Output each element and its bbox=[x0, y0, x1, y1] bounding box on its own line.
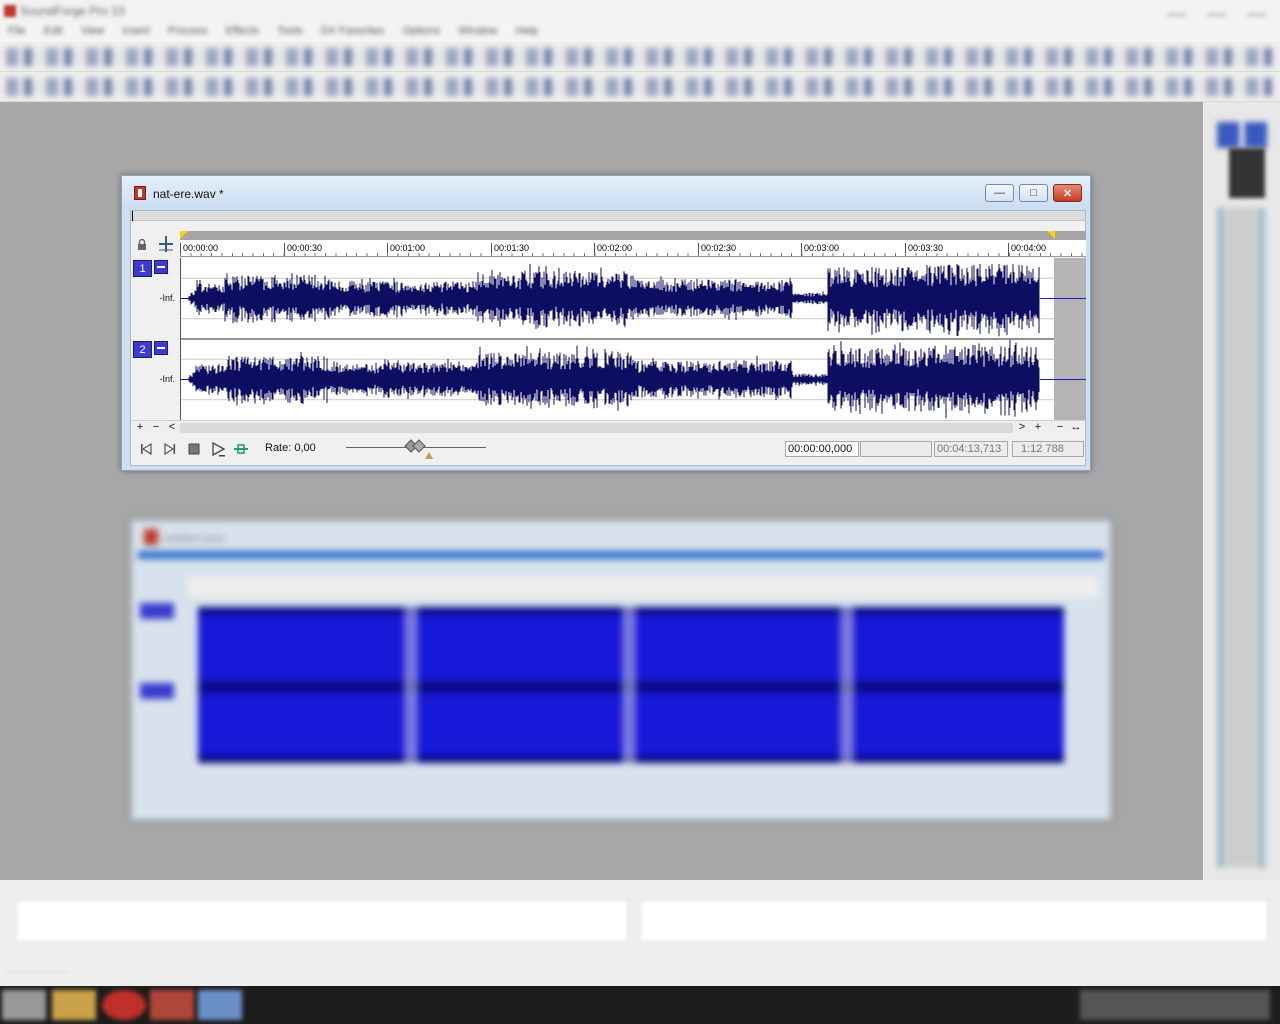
channel-2-level-label: -Inf. bbox=[159, 374, 175, 384]
taskbar bbox=[0, 986, 1280, 1024]
channel-1-collapse-button[interactable] bbox=[154, 260, 168, 274]
data-window-body: 00:00:00 00:00:30 00:01:00 00:01:30 00:0… bbox=[130, 210, 1086, 466]
wav-data-window: nat-ere.wav * — □ ✕ 00:00:00 00:00:30 00… bbox=[121, 175, 1091, 471]
channel-1-header: 1 -Inf. bbox=[131, 258, 180, 339]
waveform-display[interactable] bbox=[180, 258, 1086, 420]
app-window-controls[interactable] bbox=[1168, 4, 1266, 16]
rate-label: Rate: 0,00 bbox=[265, 442, 316, 454]
folder-icon[interactable] bbox=[52, 990, 96, 1020]
app-logo-icon bbox=[4, 5, 16, 17]
menu-bar: File Edit View Insert Process Effects To… bbox=[0, 22, 1280, 42]
scroll-right-button[interactable]: > bbox=[1015, 421, 1029, 434]
zoom-out-time-button[interactable]: − bbox=[1053, 421, 1067, 434]
lock-icon[interactable] bbox=[135, 238, 149, 252]
menu-effects[interactable]: Effects bbox=[226, 25, 259, 37]
background-window-title: untitled.wav bbox=[162, 531, 226, 545]
scrollbar-thumb[interactable] bbox=[180, 423, 1013, 433]
rate-slider-thumb[interactable] bbox=[403, 439, 429, 453]
zoom-fit-button[interactable]: ↔ bbox=[1069, 421, 1083, 434]
system-tray[interactable] bbox=[1080, 990, 1270, 1020]
channel-2-header: 2 -Inf. bbox=[131, 339, 180, 420]
media-player-icon[interactable] bbox=[102, 990, 146, 1020]
level-meter bbox=[1217, 208, 1265, 868]
loop-start-marker[interactable] bbox=[180, 231, 188, 239]
menu-window[interactable]: Window bbox=[458, 25, 497, 37]
close-button[interactable]: ✕ bbox=[1053, 184, 1082, 202]
minimize-button[interactable]: — bbox=[985, 184, 1014, 202]
sound-forge-icon[interactable] bbox=[150, 990, 194, 1020]
window-title: nat-ere.wav * bbox=[153, 187, 224, 201]
explorer-icon[interactable] bbox=[198, 990, 242, 1020]
menu-edit[interactable]: Edit bbox=[44, 25, 63, 37]
app-title: SoundForge Pro 10 bbox=[20, 4, 125, 18]
sound-file-icon bbox=[134, 186, 146, 200]
waveform-svg[interactable] bbox=[181, 258, 1086, 420]
meter-toggle-icon[interactable] bbox=[1217, 122, 1267, 148]
play-looped-icon[interactable] bbox=[233, 441, 249, 457]
channel-2-number[interactable] bbox=[140, 683, 174, 699]
menu-insert[interactable]: Insert bbox=[122, 25, 150, 37]
menu-view[interactable]: View bbox=[81, 25, 105, 37]
zoom-out-level-button[interactable]: − bbox=[149, 421, 163, 434]
zoom-ratio-field[interactable]: 1:12 788 bbox=[1012, 441, 1084, 457]
docked-panes: ················· bbox=[0, 880, 1280, 986]
loop-end-marker[interactable] bbox=[1047, 231, 1055, 239]
go-to-start-icon[interactable] bbox=[138, 441, 154, 457]
channel-2-collapse-button[interactable] bbox=[154, 341, 168, 355]
overview-bar[interactable] bbox=[131, 211, 1085, 221]
channel-1-number[interactable]: 1 bbox=[133, 260, 152, 277]
zoom-in-level-button[interactable]: + bbox=[133, 421, 147, 434]
scroll-left-button[interactable]: < bbox=[165, 421, 179, 434]
menu-file[interactable]: File bbox=[8, 25, 26, 37]
menu-process[interactable]: Process bbox=[168, 25, 208, 37]
explorer-pane[interactable] bbox=[640, 900, 1268, 942]
time-ruler[interactable] bbox=[188, 577, 1098, 597]
snap-to-grid-icon[interactable] bbox=[157, 235, 175, 253]
transport-toolbar[interactable] bbox=[0, 72, 1280, 102]
menu-options[interactable]: Options bbox=[402, 25, 440, 37]
sound-file-icon bbox=[144, 529, 158, 545]
rate-center-marker bbox=[425, 452, 433, 459]
horizontal-scrollbar[interactable]: + − < > + − ↔ bbox=[131, 420, 1085, 434]
window-title-bar[interactable]: nat-ere.wav * — □ ✕ bbox=[122, 176, 1090, 210]
waveform-display[interactable] bbox=[198, 607, 1064, 763]
menu-dx-favorites[interactable]: DX Favorites bbox=[321, 25, 385, 37]
playbar: Rate: 0,00 00:00:00,000 00:04:13,713 1:1… bbox=[131, 434, 1085, 465]
go-to-end-icon[interactable] bbox=[162, 441, 178, 457]
file-length-field[interactable]: 00:04:13,713 bbox=[934, 441, 1008, 457]
cursor-position-field[interactable]: 00:00:00,000 bbox=[785, 441, 859, 457]
menu-help[interactable]: Help bbox=[515, 25, 538, 37]
zoom-in-time-button[interactable]: + bbox=[1031, 421, 1045, 434]
channel-1-level-label: -Inf. bbox=[159, 293, 175, 303]
channel-1-number[interactable] bbox=[140, 603, 174, 619]
selection-length-field[interactable] bbox=[860, 441, 932, 457]
stop-icon[interactable] bbox=[186, 441, 202, 457]
playbar-meters-panel bbox=[1203, 102, 1280, 880]
status-text: ················· bbox=[6, 966, 69, 978]
restore-button[interactable]: □ bbox=[1019, 184, 1048, 202]
background-data-window[interactable]: untitled.wav bbox=[131, 520, 1111, 820]
start-icon[interactable] bbox=[2, 990, 46, 1020]
menu-tools[interactable]: Tools bbox=[277, 25, 303, 37]
regions-pane[interactable] bbox=[16, 900, 628, 942]
selection-bar[interactable] bbox=[180, 231, 1086, 240]
channel-2-number[interactable]: 2 bbox=[133, 341, 152, 358]
play-icon[interactable] bbox=[210, 441, 226, 457]
playbar bbox=[144, 787, 1104, 807]
meter-clip-indicator bbox=[1229, 148, 1265, 198]
app-title-bar: SoundForge Pro 10 bbox=[0, 0, 1280, 22]
standard-toolbar[interactable] bbox=[0, 42, 1280, 72]
time-ruler[interactable]: 00:00:00 00:00:30 00:01:00 00:01:30 00:0… bbox=[180, 231, 1086, 257]
